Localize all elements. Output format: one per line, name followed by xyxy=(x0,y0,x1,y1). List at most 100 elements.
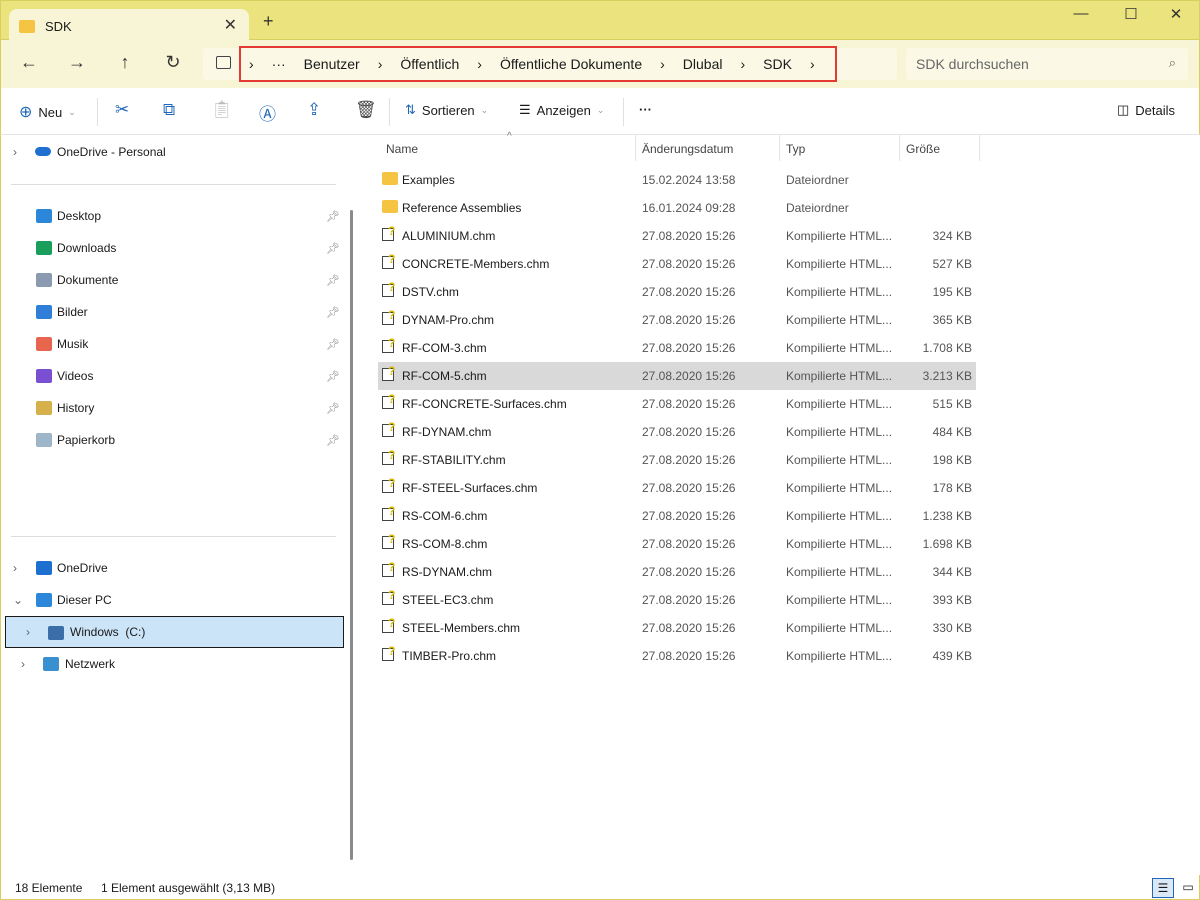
file-row[interactable]: DYNAM-Pro.chm 27.08.2020 15:26 Kompilier… xyxy=(378,306,976,334)
chevron-icon[interactable]: › xyxy=(21,657,25,671)
sidebar-item-label: Papierkorb xyxy=(57,433,116,447)
paste-icon[interactable]: 📋︎ xyxy=(211,100,233,120)
more-button[interactable]: ··· xyxy=(639,102,652,117)
cut-icon[interactable]: ✂ xyxy=(115,100,129,120)
chevron-down-icon: ⌄ xyxy=(596,104,605,115)
file-name: RF-COM-3.chm xyxy=(402,341,487,355)
sidebar-item-windows-c-[interactable]: › Windows (C:) xyxy=(5,616,344,648)
file-type: Kompilierte HTML... xyxy=(786,453,893,467)
file-type: Kompilierte HTML... xyxy=(786,481,893,495)
pin-icon: 📌︎ xyxy=(326,274,340,287)
breadcrumb-benutzer[interactable]: Benutzer xyxy=(304,56,360,72)
chevron-icon[interactable]: › xyxy=(26,625,30,639)
chevron-icon[interactable]: › xyxy=(13,561,17,575)
chm-file-icon xyxy=(382,644,395,661)
sidebar-item-dokumente[interactable]: Dokumente 📌︎ xyxy=(1,264,346,296)
sidebar-item-label: OneDrive xyxy=(57,561,108,575)
file-row[interactable]: RF-STEEL-Surfaces.chm 27.08.2020 15:26 K… xyxy=(378,474,976,502)
rename-icon[interactable]: Ⓐ xyxy=(259,100,276,125)
sidebar-item-desktop[interactable]: Desktop 📌︎ xyxy=(1,200,346,232)
column-header-date[interactable]: Änderungsdatum xyxy=(636,135,780,161)
sidebar-item-netzwerk[interactable]: › Netzwerk xyxy=(1,648,346,680)
file-name: TIMBER-Pro.chm xyxy=(402,649,497,663)
tiles-view-toggle[interactable]: ▭ xyxy=(1178,878,1198,898)
up-button[interactable]: ↑ xyxy=(110,52,140,73)
file-row[interactable]: Examples 15.02.2024 13:58 Dateiordner xyxy=(378,166,976,194)
file-date: 27.08.2020 15:26 xyxy=(642,341,736,355)
search-input[interactable]: SDK durchsuchen ⌕ xyxy=(906,48,1188,80)
file-row[interactable]: ALUMINIUM.chm 27.08.2020 15:26 Kompilier… xyxy=(378,222,976,250)
file-row[interactable]: RS-COM-6.chm 27.08.2020 15:26 Kompiliert… xyxy=(378,502,976,530)
file-row[interactable]: CONCRETE-Members.chm 27.08.2020 15:26 Ko… xyxy=(378,250,976,278)
file-row[interactable]: RF-COM-5.chm 27.08.2020 15:26 Kompiliert… xyxy=(378,362,976,390)
chm-file-icon xyxy=(382,560,395,577)
sidebar-item-label: Bilder xyxy=(57,305,88,319)
file-row[interactable]: STEEL-Members.chm 27.08.2020 15:26 Kompi… xyxy=(378,614,976,642)
share-icon[interactable]: ⇪ xyxy=(307,100,321,120)
desktop-icon xyxy=(36,209,52,223)
details-view-toggle[interactable]: ☰ xyxy=(1152,878,1174,898)
file-row[interactable]: TIMBER-Pro.chm 27.08.2020 15:26 Kompilie… xyxy=(378,642,976,670)
file-row[interactable]: RF-CONCRETE-Surfaces.chm 27.08.2020 15:2… xyxy=(378,390,976,418)
maximize-button[interactable]: ☐ xyxy=(1111,5,1151,23)
breadcrumb-more[interactable]: ··· xyxy=(272,56,286,72)
file-row[interactable]: RS-DYNAM.chm 27.08.2020 15:26 Kompiliert… xyxy=(378,558,976,586)
view-button[interactable]: ☰ Anzeigen ⌄ xyxy=(519,102,604,118)
scrollbar[interactable] xyxy=(350,210,353,860)
close-window-button[interactable]: ✕ xyxy=(1156,5,1196,23)
sidebar-item-history[interactable]: History 📌︎ xyxy=(1,392,346,424)
column-header-size[interactable]: Größe xyxy=(900,135,980,161)
new-button[interactable]: ⊕ Neu ⌄ xyxy=(19,102,76,122)
copy-icon[interactable]: ⧉ xyxy=(163,100,175,120)
breadcrumb-oeffentliche-dokumente[interactable]: Öffentliche Dokumente xyxy=(500,56,642,72)
column-header-type[interactable]: Typ xyxy=(780,135,900,161)
delete-icon[interactable]: 🗑︎ xyxy=(355,100,377,120)
file-size: 330 KB xyxy=(932,621,972,635)
file-type: Kompilierte HTML... xyxy=(786,425,893,439)
sidebar-item-papierkorb[interactable]: Papierkorb 📌︎ xyxy=(1,424,346,456)
refresh-button[interactable]: ↻ xyxy=(158,52,188,73)
file-name: RS-COM-6.chm xyxy=(402,509,488,523)
bilder-icon xyxy=(36,305,52,319)
file-row[interactable]: RF-DYNAM.chm 27.08.2020 15:26 Kompiliert… xyxy=(378,418,976,446)
sidebar-item-downloads[interactable]: Downloads 📌︎ xyxy=(1,232,346,264)
sidebar-item-musik[interactable]: Musik 📌︎ xyxy=(1,328,346,360)
chevron-icon[interactable]: ⌄ xyxy=(13,593,23,607)
sidebar-item-onedrive-personal[interactable]: › OneDrive - Personal xyxy=(1,136,346,168)
file-size: 527 KB xyxy=(932,257,972,271)
back-button[interactable]: ← xyxy=(14,52,44,73)
file-row[interactable]: RF-COM-3.chm 27.08.2020 15:26 Kompiliert… xyxy=(378,334,976,362)
sidebar-item-bilder[interactable]: Bilder 📌︎ xyxy=(1,296,346,328)
sort-label: Sortieren xyxy=(421,102,475,118)
folder-icon xyxy=(382,200,398,213)
breadcrumb-dlubal[interactable]: Dlubal xyxy=(683,56,723,72)
file-row[interactable]: RS-COM-8.chm 27.08.2020 15:26 Kompiliert… xyxy=(378,530,976,558)
file-row[interactable]: STEEL-EC3.chm 27.08.2020 15:26 Kompilier… xyxy=(378,586,976,614)
column-header-name[interactable]: Name xyxy=(386,135,636,161)
new-tab-button[interactable]: + xyxy=(263,11,274,32)
minimize-button[interactable]: — xyxy=(1061,5,1101,22)
search-placeholder: SDK durchsuchen xyxy=(916,56,1029,72)
sidebar-item-videos[interactable]: Videos 📌︎ xyxy=(1,360,346,392)
file-type: Kompilierte HTML... xyxy=(786,257,893,271)
sidebar-item-onedrive[interactable]: › OneDrive xyxy=(1,552,346,584)
details-button[interactable]: ◫ Details xyxy=(1117,102,1175,118)
chevron-right-icon: › xyxy=(660,56,665,72)
breadcrumb-oeffentlich[interactable]: Öffentlich xyxy=(400,56,459,72)
sort-button[interactable]: ⇅ Sortieren ⌄ xyxy=(405,102,488,118)
file-row[interactable]: Reference Assemblies 16.01.2024 09:28 Da… xyxy=(378,194,976,222)
file-row[interactable]: DSTV.chm 27.08.2020 15:26 Kompilierte HT… xyxy=(378,278,976,306)
forward-button[interactable]: → xyxy=(62,52,92,73)
close-tab-icon[interactable]: ✕ xyxy=(224,15,237,35)
tab-sdk[interactable]: SDK ✕ xyxy=(9,9,249,43)
file-size: 1.708 KB xyxy=(922,341,972,355)
file-row[interactable]: RF-STABILITY.chm 27.08.2020 15:26 Kompil… xyxy=(378,446,976,474)
file-date: 27.08.2020 15:26 xyxy=(642,313,736,327)
divider xyxy=(389,98,390,126)
sidebar-item-label: Videos xyxy=(57,369,94,383)
selection-info: 1 Element ausgewählt (3,13 MB) xyxy=(101,881,276,895)
drive-icon xyxy=(36,593,52,607)
chevron-right-icon[interactable]: › xyxy=(810,56,815,72)
sidebar-item-dieser-pc[interactable]: ⌄ Dieser PC xyxy=(1,584,346,616)
breadcrumb-sdk[interactable]: SDK xyxy=(763,56,792,72)
